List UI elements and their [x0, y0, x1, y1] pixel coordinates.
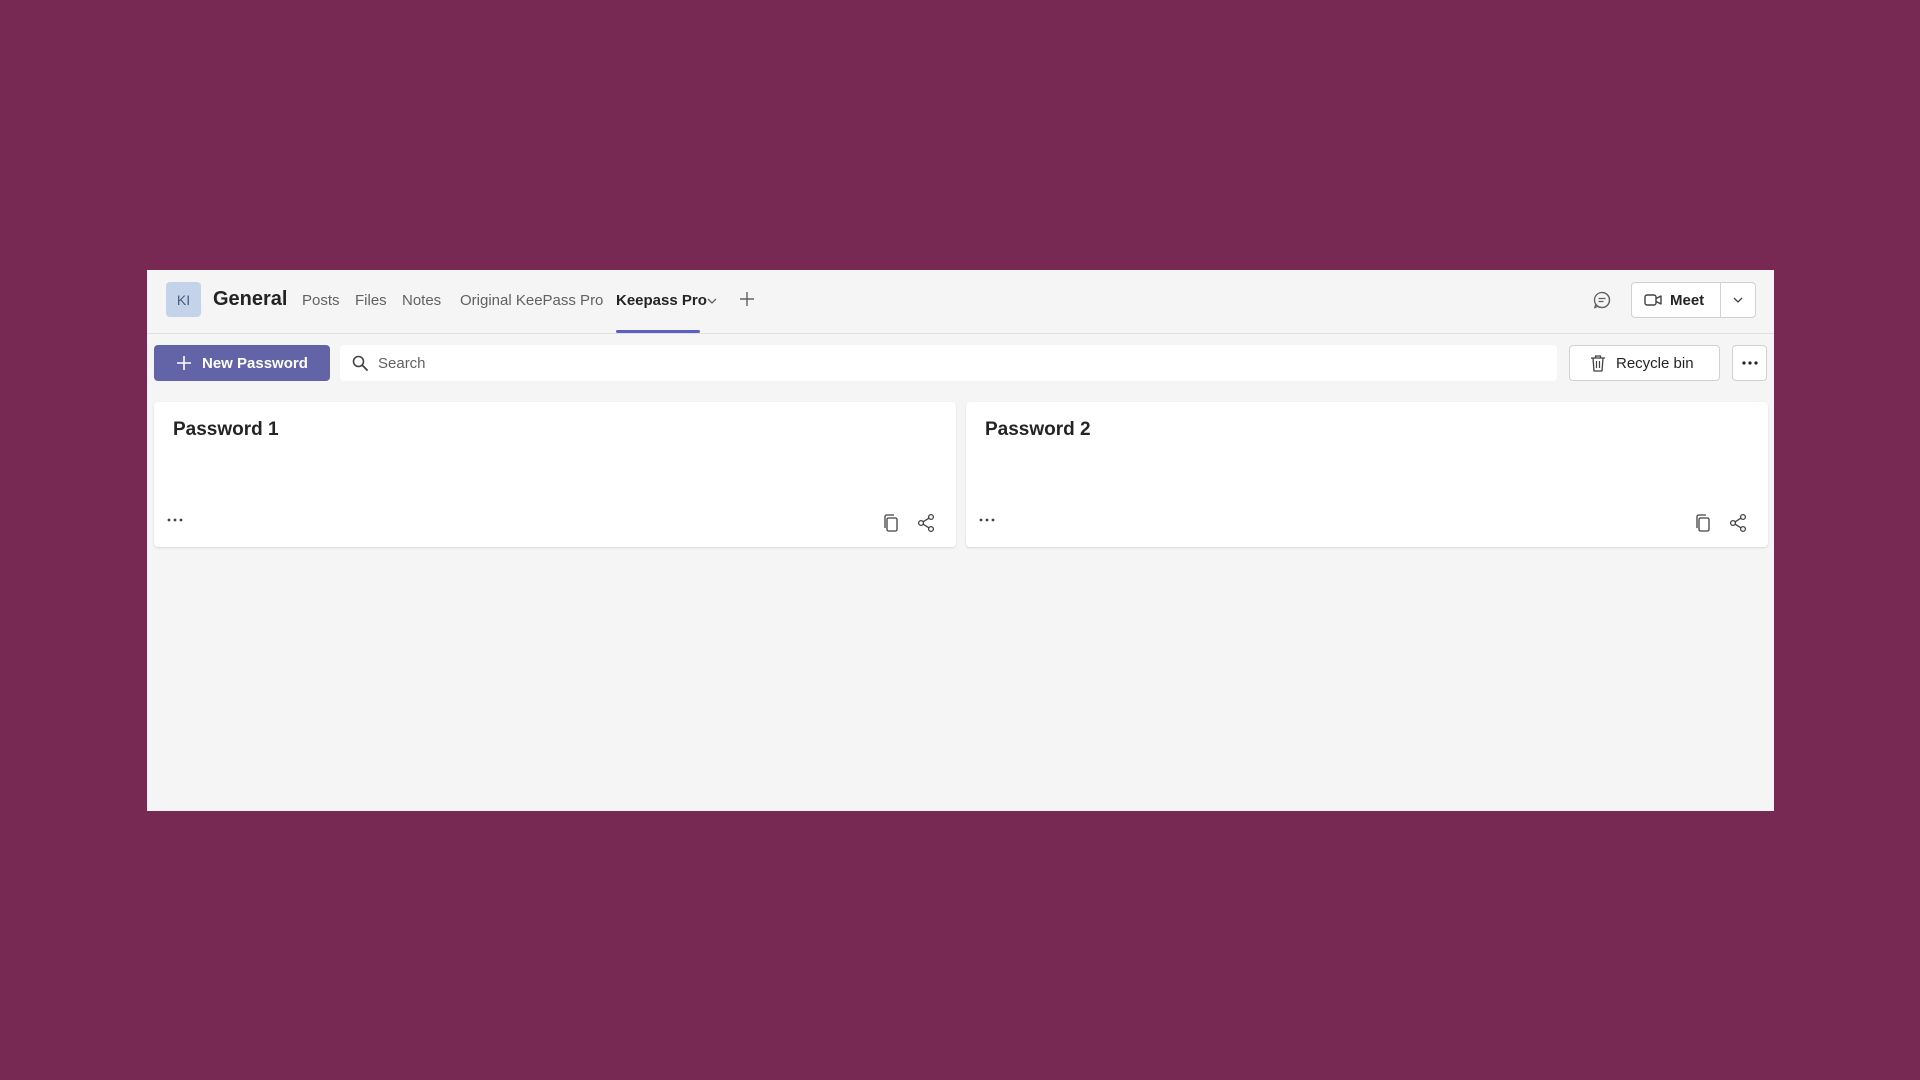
password-card[interactable]: Password 2: [966, 402, 1768, 547]
add-tab-button[interactable]: [738, 290, 756, 308]
chevron-down-icon[interactable]: [707, 297, 717, 305]
tab-files[interactable]: Files: [355, 292, 387, 309]
video-camera-icon: [1644, 293, 1662, 307]
active-tab-indicator: [616, 330, 700, 333]
recycle-bin-label: Recycle bin: [1616, 354, 1694, 372]
meet-dropdown-button[interactable]: [1720, 282, 1756, 318]
chevron-down-icon: [1733, 297, 1743, 303]
plus-icon: [740, 292, 754, 306]
trash-icon: [1590, 354, 1606, 372]
tab-posts[interactable]: Posts: [302, 292, 340, 309]
more-icon[interactable]: [164, 512, 186, 528]
search-icon: [352, 355, 368, 371]
channel-header: KI General Posts Files Notes Original Ke…: [147, 270, 1774, 334]
chat-icon[interactable]: [1592, 290, 1612, 310]
card-title: Password 1: [173, 419, 279, 440]
more-options-button[interactable]: [1732, 345, 1767, 381]
team-avatar[interactable]: KI: [166, 282, 201, 317]
tab-original-keepass-pro[interactable]: Original KeePass Pro: [460, 292, 603, 309]
new-password-button[interactable]: New Password: [154, 345, 330, 381]
copy-icon[interactable]: [880, 512, 902, 534]
meet-button[interactable]: Meet: [1631, 282, 1721, 318]
channel-title: General: [213, 288, 288, 310]
tab-notes[interactable]: Notes: [402, 292, 441, 309]
recycle-bin-button[interactable]: Recycle bin: [1569, 345, 1720, 381]
plus-icon: [176, 355, 192, 371]
more-icon[interactable]: [976, 512, 998, 528]
app-window: KI General Posts Files Notes Original Ke…: [147, 270, 1774, 811]
copy-icon[interactable]: [1692, 512, 1714, 534]
new-password-label: New Password: [202, 354, 308, 372]
tab-keepass-pro[interactable]: Keepass Pro: [616, 292, 707, 309]
meet-label: Meet: [1670, 291, 1705, 309]
search-box[interactable]: [340, 345, 1557, 381]
search-input[interactable]: [378, 354, 1528, 372]
share-icon[interactable]: [915, 512, 937, 534]
card-title: Password 2: [985, 419, 1091, 440]
more-icon: [1741, 361, 1758, 365]
share-icon[interactable]: [1727, 512, 1749, 534]
password-card[interactable]: Password 1: [154, 402, 956, 547]
